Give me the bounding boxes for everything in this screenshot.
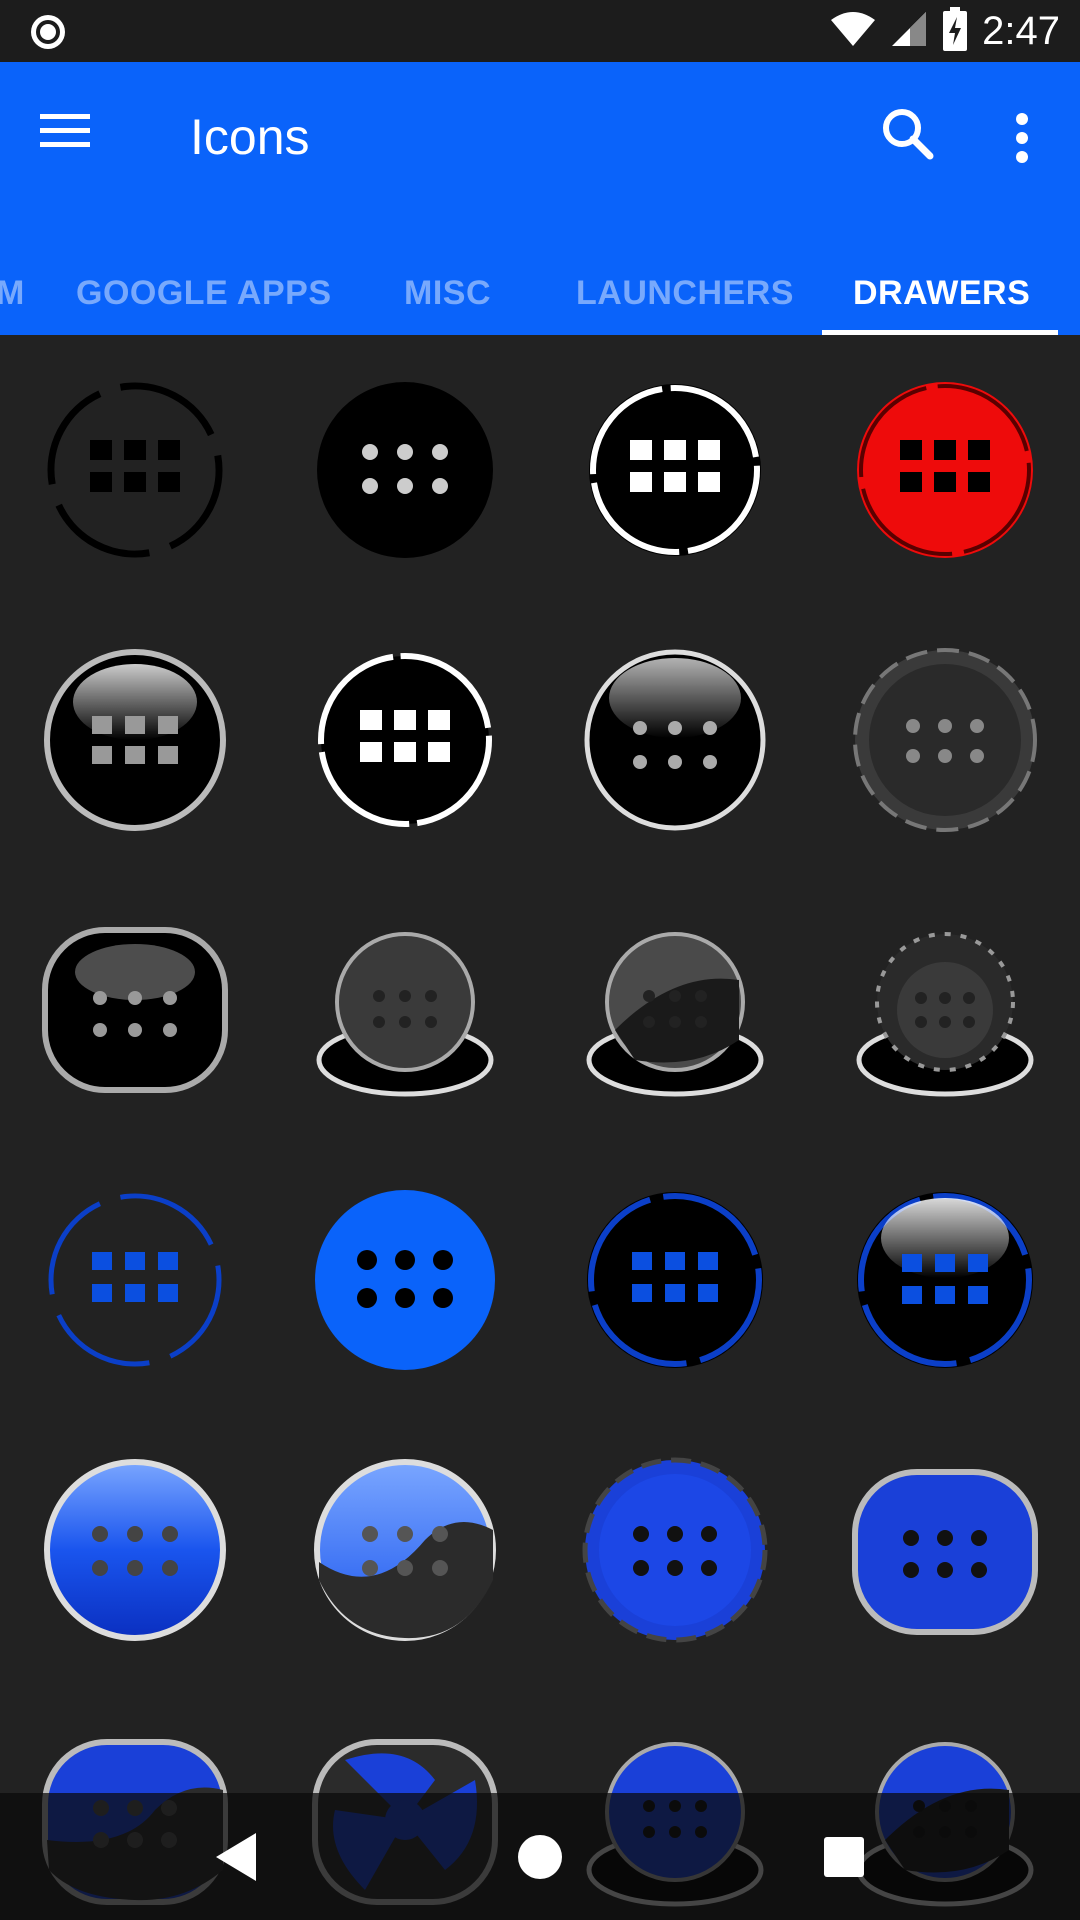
tab-google-apps[interactable]: GOOGLE APPS xyxy=(76,252,332,335)
tab-drawers[interactable]: DRAWERS xyxy=(853,252,1030,335)
recents-button[interactable] xyxy=(784,1793,904,1920)
battery-charging-icon xyxy=(942,6,968,56)
drawer-dome-black-icon[interactable] xyxy=(305,910,505,1110)
record-icon xyxy=(28,12,68,57)
signal-icon xyxy=(890,10,928,53)
drawer-ring-blue-icon[interactable] xyxy=(35,1180,235,1380)
status-time: 2:47 xyxy=(982,8,1060,53)
home-icon xyxy=(518,1835,562,1879)
drawer-ring-black-icon[interactable] xyxy=(35,370,235,570)
back-icon xyxy=(216,1833,256,1881)
tab-partial[interactable]: M xyxy=(0,252,25,335)
drawer-gear-black-icon[interactable] xyxy=(845,640,1045,840)
search-icon xyxy=(883,109,934,160)
tab-misc[interactable]: MISC xyxy=(404,252,491,335)
recents-icon xyxy=(824,1837,864,1877)
drawer-solid-black-icon[interactable] xyxy=(305,370,505,570)
menu-icon xyxy=(40,114,90,147)
page-title: Icons xyxy=(190,109,310,165)
drawer-squircle-black-icon[interactable] xyxy=(35,910,235,1110)
tab-launchers[interactable]: LAUNCHERS xyxy=(576,252,794,335)
app-bar: Icons M GOOGLE APPS MISC LAUNCHERS DRAWE… xyxy=(0,62,1080,335)
drawer-ring-red-icon[interactable] xyxy=(845,370,1045,570)
drawer-glossy-blue-icon[interactable] xyxy=(35,1450,235,1650)
drawer-solid-blue-icon[interactable] xyxy=(305,1180,505,1380)
back-button[interactable] xyxy=(180,1793,300,1920)
navigation-bar xyxy=(0,1793,1080,1920)
status-bar: 2:47 xyxy=(0,0,1080,62)
drawer-blue-squircle-icon[interactable] xyxy=(845,1450,1045,1650)
drawer-ring-white-icon[interactable] xyxy=(575,370,775,570)
drawer-blue-wave-icon[interactable] xyxy=(305,1450,505,1650)
tab-bar: M GOOGLE APPS MISC LAUNCHERS DRAWERS xyxy=(0,252,1080,335)
more-options-button[interactable] xyxy=(1002,106,1042,170)
more-vert-icon xyxy=(1016,113,1028,163)
drawer-dome-wheel-icon[interactable] xyxy=(845,910,1045,1110)
drawer-dome-split-icon[interactable] xyxy=(575,910,775,1110)
drawer-glossy-black-icon[interactable] xyxy=(35,640,235,840)
drawer-glass-black-icon[interactable] xyxy=(575,640,775,840)
drawer-black-blue-ring-icon[interactable] xyxy=(575,1180,775,1380)
wifi-icon xyxy=(830,10,876,53)
menu-button[interactable] xyxy=(40,110,104,162)
icon-grid xyxy=(0,335,1080,1920)
home-button[interactable] xyxy=(480,1793,600,1920)
drawer-white-outline-icon[interactable] xyxy=(305,640,505,840)
search-button[interactable] xyxy=(880,106,944,170)
drawer-blue-gear-icon[interactable] xyxy=(575,1450,775,1650)
drawer-glossy-blue-ring-icon[interactable] xyxy=(845,1180,1045,1380)
